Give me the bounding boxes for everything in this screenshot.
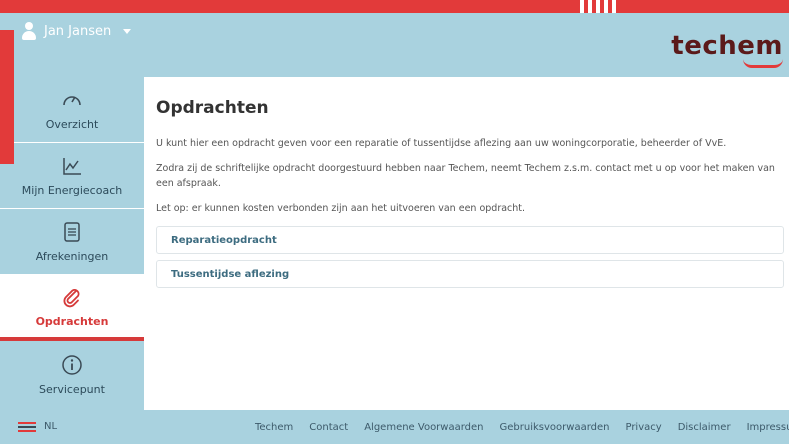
sidebar-item-overzicht[interactable]: Overzicht bbox=[0, 77, 144, 143]
document-icon bbox=[60, 220, 84, 244]
footer-links: Techem Contact Algemene Voorwaarden Gebr… bbox=[255, 422, 789, 433]
footer-link-disclaimer[interactable]: Disclaimer bbox=[678, 422, 731, 433]
footer-link-algemene-voorwaarden[interactable]: Algemene Voorwaarden bbox=[364, 422, 483, 433]
tussentijdse-aflezing-link[interactable]: Tussentijdse aflezing bbox=[156, 260, 784, 288]
sidebar-item-afrekeningen[interactable]: Afrekeningen bbox=[0, 209, 144, 275]
footer-link-contact[interactable]: Contact bbox=[309, 422, 348, 433]
logo-text: techem bbox=[671, 31, 783, 61]
sidebar-item-label: Opdrachten bbox=[35, 314, 109, 328]
sidebar-item-servicepunt[interactable]: Servicepunt bbox=[0, 341, 144, 407]
user-name: Jan Jansen bbox=[44, 23, 112, 39]
footer: NL Techem Contact Algemene Voorwaarden G… bbox=[0, 410, 789, 444]
sidebar-item-label: Afrekeningen bbox=[35, 250, 109, 263]
page-title: Opdrachten bbox=[156, 98, 269, 118]
reparatieopdracht-link[interactable]: Reparatieopdracht bbox=[156, 226, 784, 254]
user-icon bbox=[22, 22, 36, 40]
footer-link-impressum[interactable]: Impressum bbox=[747, 422, 789, 433]
info-icon bbox=[60, 353, 84, 377]
footer-link-privacy[interactable]: Privacy bbox=[625, 422, 661, 433]
sidebar-item-label: Servicepunt bbox=[39, 382, 105, 396]
flag-icon bbox=[18, 421, 36, 432]
sidebar: Overzicht Mijn Energiecoach Afrekeningen… bbox=[0, 77, 144, 410]
main-content: Opdrachten U kunt hier een opdracht geve… bbox=[156, 98, 784, 294]
costs-notice: Let op: er kunnen kosten verbonden zijn … bbox=[156, 203, 526, 214]
speedometer-icon bbox=[60, 88, 84, 112]
contact-paragraph: Zodra zij de schriftelijke opdracht door… bbox=[156, 163, 775, 189]
footer-link-gebruiksvoorwaarden[interactable]: Gebruiksvoorwaarden bbox=[500, 422, 610, 433]
user-menu[interactable]: Jan Jansen bbox=[22, 22, 132, 40]
paperclip-icon bbox=[60, 285, 84, 309]
top-stripes-decoration bbox=[580, 0, 616, 13]
language-label: NL bbox=[44, 421, 58, 432]
intro-paragraph: U kunt hier een opdracht geven voor een … bbox=[156, 138, 727, 149]
sidebar-item-opdrachten[interactable]: Opdrachten bbox=[0, 275, 144, 341]
left-red-accent bbox=[0, 30, 14, 164]
language-selector[interactable]: NL bbox=[18, 421, 57, 432]
top-red-bar bbox=[0, 0, 789, 13]
chevron-down-icon bbox=[123, 28, 132, 34]
sidebar-item-label: Overzicht bbox=[45, 118, 99, 131]
footer-link-techem[interactable]: Techem bbox=[255, 422, 293, 433]
sidebar-item-label: Mijn Energiecoach bbox=[21, 184, 123, 197]
techem-logo[interactable]: techem bbox=[671, 31, 783, 68]
sidebar-item-energiecoach[interactable]: Mijn Energiecoach bbox=[0, 143, 144, 209]
line-chart-icon bbox=[60, 154, 84, 178]
